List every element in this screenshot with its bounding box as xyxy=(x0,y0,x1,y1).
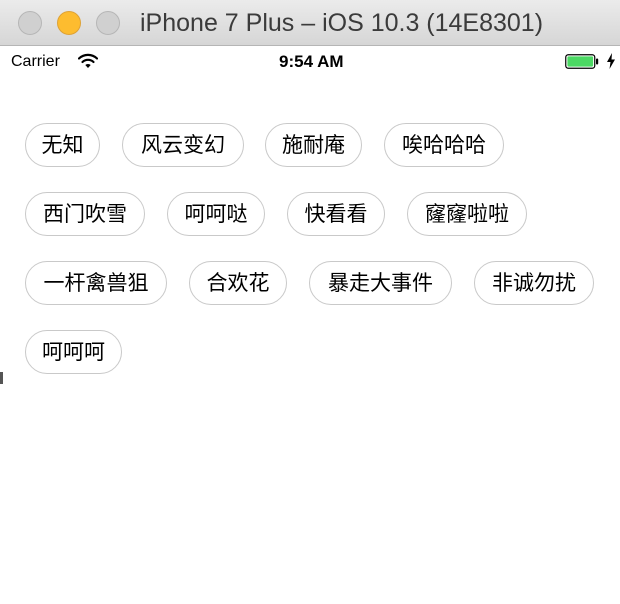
tag-button[interactable]: 暴走大事件 xyxy=(309,261,452,305)
tag-button[interactable]: 合欢花 xyxy=(189,261,287,305)
tag-button[interactable]: 呵呵呵 xyxy=(25,330,122,374)
tag-button[interactable]: 风云变幻 xyxy=(122,123,244,167)
tag-button[interactable]: 无知 xyxy=(25,123,100,167)
tag-button[interactable]: 唉哈哈哈 xyxy=(384,123,504,167)
tag-button[interactable]: 快看看 xyxy=(287,192,385,236)
tag-button[interactable]: 窿窿啦啦 xyxy=(407,192,527,236)
tag-button[interactable]: 呵呵哒 xyxy=(167,192,265,236)
tag-button[interactable]: 一杆禽兽狙 xyxy=(25,261,167,305)
tag-button[interactable]: 施耐庵 xyxy=(265,123,362,167)
tag-button[interactable]: 西门吹雪 xyxy=(25,192,145,236)
tag-cloud: 无知 风云变幻 施耐庵 唉哈哈哈 西门吹雪 呵呵哒 快看看 窿窿啦啦 一杆禽兽狙… xyxy=(0,0,620,604)
simulator-window: iPhone 7 Plus – iOS 10.3 (14E8301) Carri… xyxy=(0,0,620,604)
tag-button[interactable]: 非诚勿扰 xyxy=(474,261,594,305)
edge-marker xyxy=(0,372,3,384)
